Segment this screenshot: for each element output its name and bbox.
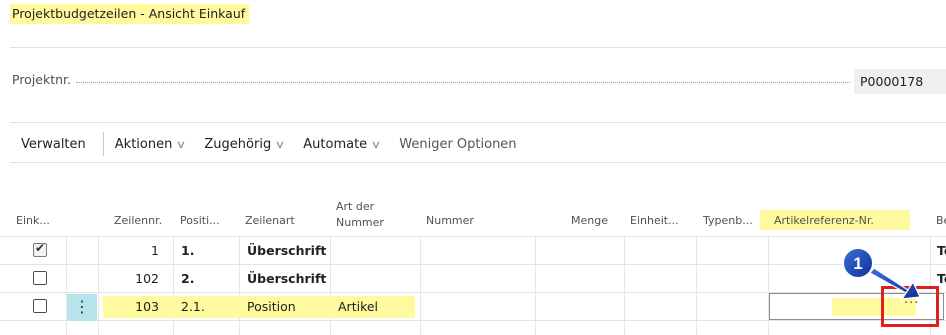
manage-menu[interactable]: Verwalten [10,131,103,157]
automate-label: Automate [303,136,368,152]
position-cell[interactable]: 2. [181,265,194,293]
divider [10,122,946,123]
actions-label: Aktionen [114,136,173,152]
chevron-down-icon: ∨ [176,137,187,151]
checkmark-icon: ✔ [35,241,46,255]
actions-menu[interactable]: Aktionen ∨ [104,131,194,157]
arrow-shape [869,267,921,300]
manage-label: Verwalten [21,136,86,152]
chevron-down-icon: ∨ [274,137,286,151]
col-type-code[interactable]: Typenb... [703,214,753,227]
project-no-label: Projektnr. [12,72,72,87]
grid-vline [696,237,697,335]
col-number[interactable]: Nummer [426,214,474,227]
purchase-checkbox[interactable] [33,299,47,313]
divider [10,47,946,48]
line-type-cell[interactable]: Position [247,293,296,321]
divider [10,162,946,163]
col-line-no[interactable]: Zeilennr. [114,214,162,227]
grid-vline [535,237,536,335]
line-type-cell[interactable]: Überschrift [247,265,326,293]
fewer-options-label: Weniger Optionen [399,136,517,152]
col-no-type-line2: Nummer [336,216,384,229]
grid-vline [624,237,625,335]
page: Projektbudgetzeilen - Ansicht Einkauf Pr… [0,0,946,335]
callout-arrow: 1 [842,247,921,300]
project-no-field[interactable]: P0000178 [854,69,946,94]
related-menu[interactable]: Zugehörig ∨ [193,131,292,157]
col-no-type[interactable]: Art der Nummer [336,200,384,229]
col-line-type[interactable]: Zeilenart [245,214,295,227]
line-no-cell[interactable]: 1 [100,237,159,265]
position-cell[interactable]: 1. [181,237,194,265]
row-menu-button[interactable]: ⋮ [67,294,97,321]
grid-vline [98,237,99,335]
col-be[interactable]: Be [936,214,946,227]
col-no-type-line1: Art der [336,200,375,213]
grid-vline [173,237,174,335]
col-quantity[interactable]: Menge [571,214,608,227]
col-unit[interactable]: Einheit... [630,214,679,227]
grid-vline [330,237,331,335]
fewer-options-button[interactable]: Weniger Optionen [388,131,524,157]
field-leader-dots [76,82,850,83]
chevron-down-icon: ∨ [370,137,382,151]
no-type-cell[interactable]: Artikel [338,293,378,321]
position-cell[interactable]: 2.1. [181,293,205,321]
grid-vline [239,237,240,335]
page-title: Projektbudgetzeilen - Ansicht Einkauf [10,4,250,24]
grid-vline [768,237,769,335]
purchase-checkbox[interactable] [33,271,47,285]
col-purchase[interactable]: Eink... [16,214,50,227]
related-label: Zugehörig [204,136,272,152]
line-type-cell[interactable]: Überschrift [247,237,326,265]
action-bar: Verwalten Aktionen ∨ Zugehörig ∨ Automate ∨… [10,131,525,157]
col-position[interactable]: Positi... [180,214,220,227]
line-no-cell[interactable]: 103 [100,293,159,321]
line-no-cell[interactable]: 102 [100,265,159,293]
automate-menu[interactable]: Automate ∨ [292,131,388,157]
grid-vline [420,237,421,335]
callout-number: 1 [853,254,862,273]
col-item-ref[interactable]: Artikelreferenz-Nr. [774,214,874,227]
purchase-checkbox[interactable]: ✔ [33,241,47,257]
be-cell[interactable]: Te [937,237,946,265]
